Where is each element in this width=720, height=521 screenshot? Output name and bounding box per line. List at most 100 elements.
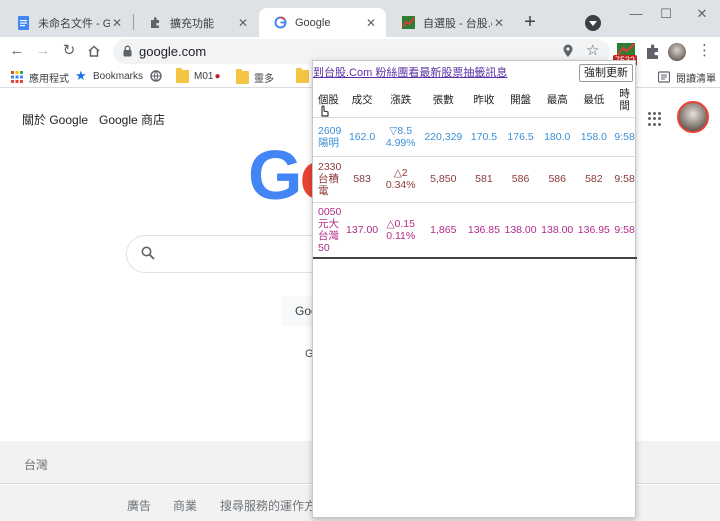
bookmark-folder-m01[interactable]: M01 ●	[176, 68, 221, 83]
hand-cursor-icon	[321, 105, 329, 117]
change-value: △0.15	[386, 217, 415, 230]
prev-close-cell: 581	[465, 156, 503, 203]
change-cell: ▽8.5 4.99%	[380, 117, 421, 157]
price-cell: 162.0	[343, 117, 381, 157]
column-header-open[interactable]: 開盤	[502, 83, 539, 118]
table-header-row: 個股 成交 漲跌 張數 昨收 開盤 最高 最低 時間	[313, 83, 637, 118]
change-cell: △2 0.34%	[380, 156, 421, 203]
stock-code[interactable]: 2330	[318, 161, 341, 173]
stock-name[interactable]: 台積電	[318, 173, 339, 197]
docs-icon	[16, 15, 30, 30]
change-percent: 0.11%	[386, 229, 416, 242]
tab-docs[interactable]: 未命名文件 - Google ✕	[2, 8, 132, 37]
stock-icon	[401, 16, 415, 30]
about-google-link[interactable]: 關於 Google	[22, 111, 88, 128]
folder-icon	[176, 68, 189, 83]
stock-code[interactable]: 0050	[318, 206, 341, 218]
price-cell: 137.00	[343, 202, 381, 259]
bookmark-star-icon[interactable]: ☆	[586, 41, 599, 59]
time-cell: 9:58	[612, 202, 637, 259]
fanpage-link[interactable]: 到台股.Com 粉絲團看最新股票抽籤訊息	[313, 64, 507, 80]
search-icon	[141, 246, 155, 260]
window-close-icon[interactable]: ✕	[692, 4, 712, 24]
home-icon[interactable]	[84, 41, 104, 61]
google-g-icon	[273, 16, 287, 30]
bookmark-bookmarks[interactable]: ★ Bookmarks	[75, 68, 144, 83]
bookmark-label: M01	[194, 71, 214, 82]
stock-extension-popup: 到台股.Com 粉絲團看最新股票抽籤訊息 強制更新 個股 成交 漲跌 張數 昨收…	[312, 60, 637, 518]
low-cell: 582	[575, 156, 613, 203]
prev-close-cell: 136.85	[465, 202, 503, 259]
volume-cell: 220,329	[420, 117, 466, 157]
low-cell: 158.0	[575, 117, 613, 157]
change-cell: △0.15 0.11%	[380, 202, 421, 259]
devil-emoji-icon: ●	[214, 71, 221, 82]
open-cell: 176.5	[502, 117, 539, 157]
location-icon[interactable]	[562, 44, 574, 58]
account-avatar[interactable]	[677, 101, 709, 133]
price-cell: 583	[343, 156, 381, 203]
lock-icon[interactable]	[123, 45, 132, 57]
change-value: ▽8.5	[389, 124, 413, 137]
star-icon: ★	[75, 68, 87, 83]
volume-cell: 1,865	[420, 202, 466, 259]
table-row[interactable]: 0050 元大台灣50 137.00 △0.15 0.11% 1,865 136.8…	[313, 202, 637, 259]
close-icon[interactable]: ✕	[364, 16, 378, 30]
stock-quote-table: 個股 成交 漲跌 張數 昨收 開盤 最高 最低 時間 2609 陽明 162.0 …	[313, 83, 637, 259]
column-header-high[interactable]: 最高	[538, 83, 576, 118]
bookmark-label: 閱讀清單	[676, 74, 716, 85]
footer-link-business[interactable]: 商業	[173, 497, 197, 514]
footer-link-ads[interactable]: 廣告	[127, 497, 151, 514]
new-tab-button[interactable]: +	[520, 12, 540, 33]
stock-code[interactable]: 2609	[318, 125, 341, 137]
close-icon[interactable]: ✕	[236, 16, 250, 30]
open-cell: 586	[502, 156, 539, 203]
globe-icon	[150, 70, 163, 83]
volume-cell: 5,850	[420, 156, 466, 203]
bookmark-label: Bookmarks	[93, 71, 144, 82]
bookmark-apps[interactable]: 應用程式	[11, 70, 69, 85]
column-header-prev-close[interactable]: 昨收	[465, 83, 503, 118]
force-refresh-button[interactable]: 強制更新	[579, 64, 633, 82]
table-row[interactable]: 2330 台積電 583 △2 0.34% 5,850 581 586 586 58…	[313, 156, 637, 203]
column-header-price[interactable]: 成交	[343, 83, 381, 118]
back-icon[interactable]: ←	[7, 41, 27, 61]
close-icon[interactable]: ✕	[492, 16, 506, 30]
reload-icon[interactable]: ↻	[59, 41, 79, 61]
extensions-puzzle-icon[interactable]	[644, 44, 660, 60]
folder-icon	[296, 68, 309, 83]
tab-google[interactable]: Google ✕	[259, 8, 386, 37]
high-cell: 138.00	[538, 202, 576, 259]
forward-icon[interactable]: →	[33, 41, 53, 61]
table-row[interactable]: 2609 陽明 162.0 ▽8.5 4.99% 220,329 170.5 176…	[313, 117, 637, 157]
stock-name[interactable]: 陽明	[318, 137, 339, 149]
google-apps-icon[interactable]	[648, 112, 662, 126]
url-text[interactable]: google.com	[139, 44, 206, 59]
stock-name-cell[interactable]: 0050 元大台灣50	[313, 202, 344, 259]
tab-strip: 未命名文件 - Google ✕ 擴充功能 ✕ Google ✕ 自選股 - 台…	[0, 0, 720, 37]
country-label: 台灣	[24, 458, 49, 472]
tab-extensions[interactable]: 擴充功能 ✕	[134, 8, 258, 37]
profile-avatar[interactable]	[668, 43, 686, 61]
more-menu-icon[interactable]: ⋮	[697, 43, 712, 61]
google-store-link[interactable]: Google 商店	[99, 111, 165, 128]
column-header-time[interactable]: 時間	[612, 83, 637, 118]
column-header-low[interactable]: 最低	[575, 83, 613, 118]
bookmark-globe[interactable]	[150, 70, 168, 83]
change-percent: 4.99%	[385, 136, 416, 149]
tab-stock[interactable]: 自選股 - 台股.com ✕	[387, 8, 514, 37]
column-header-volume[interactable]: 張數	[420, 83, 466, 118]
stock-name[interactable]: 元大台灣50	[318, 218, 339, 254]
stock-name-cell[interactable]: 2609 陽明	[313, 117, 344, 157]
change-percent: 0.34%	[385, 179, 416, 191]
change-value: △2	[393, 167, 408, 179]
minimize-icon[interactable]: —	[626, 4, 646, 24]
reading-list-button[interactable]: 閱讀清單	[657, 70, 716, 85]
maximize-icon[interactable]: ☐	[656, 4, 676, 24]
stock-name-cell[interactable]: 2330 台積電	[313, 156, 344, 203]
tab-search-icon[interactable]	[585, 15, 601, 31]
column-header-change[interactable]: 漲跌	[380, 83, 421, 118]
tab-title: 自選股 - 台股.com	[423, 17, 492, 30]
close-icon[interactable]: ✕	[110, 16, 124, 30]
bookmark-folder-2[interactable]: 靈多	[236, 69, 274, 85]
